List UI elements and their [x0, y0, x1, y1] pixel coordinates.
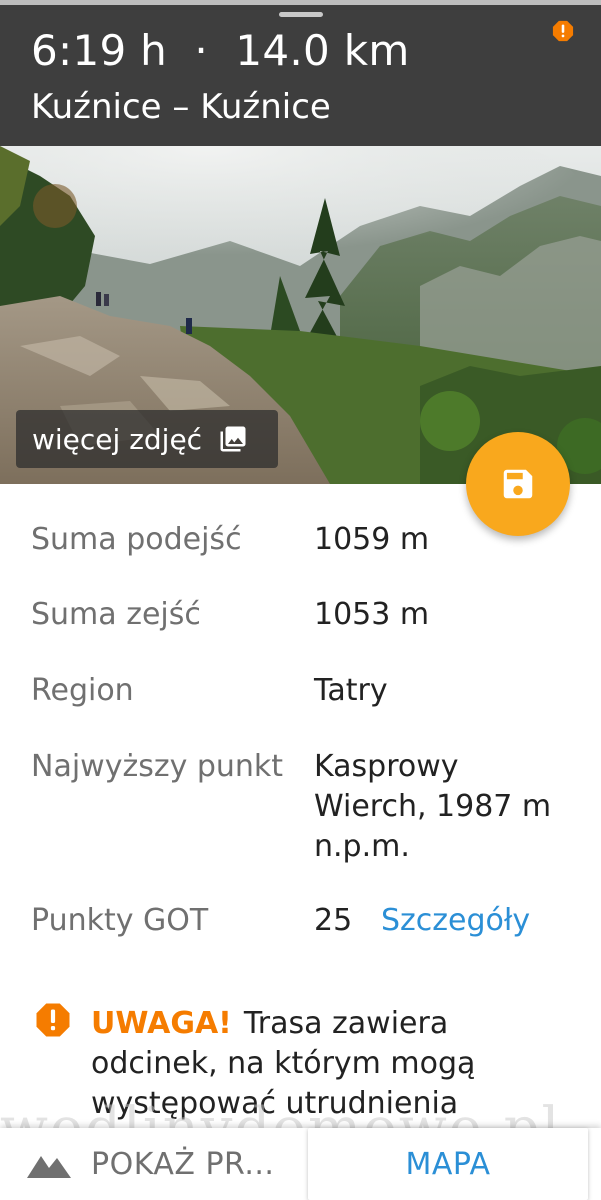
warning-tag: UWAGA!: [91, 1006, 232, 1041]
alert-octagon-icon[interactable]: [552, 20, 574, 42]
map-button[interactable]: MAPA: [308, 1128, 588, 1200]
mountain-icon: [27, 1156, 71, 1178]
detail-label-got-points: Punkty GOT: [31, 903, 209, 938]
drag-handle[interactable]: [279, 12, 323, 17]
detail-value-descent: 1053 m: [314, 597, 430, 632]
show-profile-label: POKAŻ PR...: [91, 1146, 275, 1182]
more-photos-label: więcej zdjęć: [32, 422, 203, 456]
save-icon: [503, 469, 533, 499]
map-button-label: MAPA: [405, 1146, 491, 1182]
route-warning: UWAGA! Trasa zawiera odcinek, na którym m…: [91, 1004, 571, 1124]
more-photos-button[interactable]: więcej zdjęć: [16, 410, 278, 468]
got-details-link[interactable]: Szczegóły: [381, 901, 530, 941]
detail-value-region: Tatry: [314, 673, 388, 708]
detail-value-ascent: 1059 m: [314, 522, 430, 557]
route-summary: 6:19 h · 14.0 km: [31, 26, 410, 75]
show-profile-button[interactable]: POKAŻ PR...: [27, 1128, 274, 1200]
image-gallery-icon: [220, 426, 246, 452]
detail-label-highest-point: Najwyższy punkt: [31, 749, 284, 784]
route-header[interactable]: 6:19 h · 14.0 km Kuźnice – Kuźnice: [0, 0, 601, 146]
detail-value-highest-point: Kasprowy Wierch, 1987 m n.p.m.: [314, 749, 552, 864]
alert-octagon-icon: [36, 1003, 70, 1037]
bottom-action-bar: POKAŻ PR... MAPA: [0, 1128, 601, 1200]
route-name: Kuźnice – Kuźnice: [31, 87, 331, 127]
detail-label-region: Region: [31, 673, 134, 708]
detail-label-descent: Suma zejść: [31, 597, 201, 632]
detail-label-ascent: Suma podejść: [31, 522, 242, 557]
